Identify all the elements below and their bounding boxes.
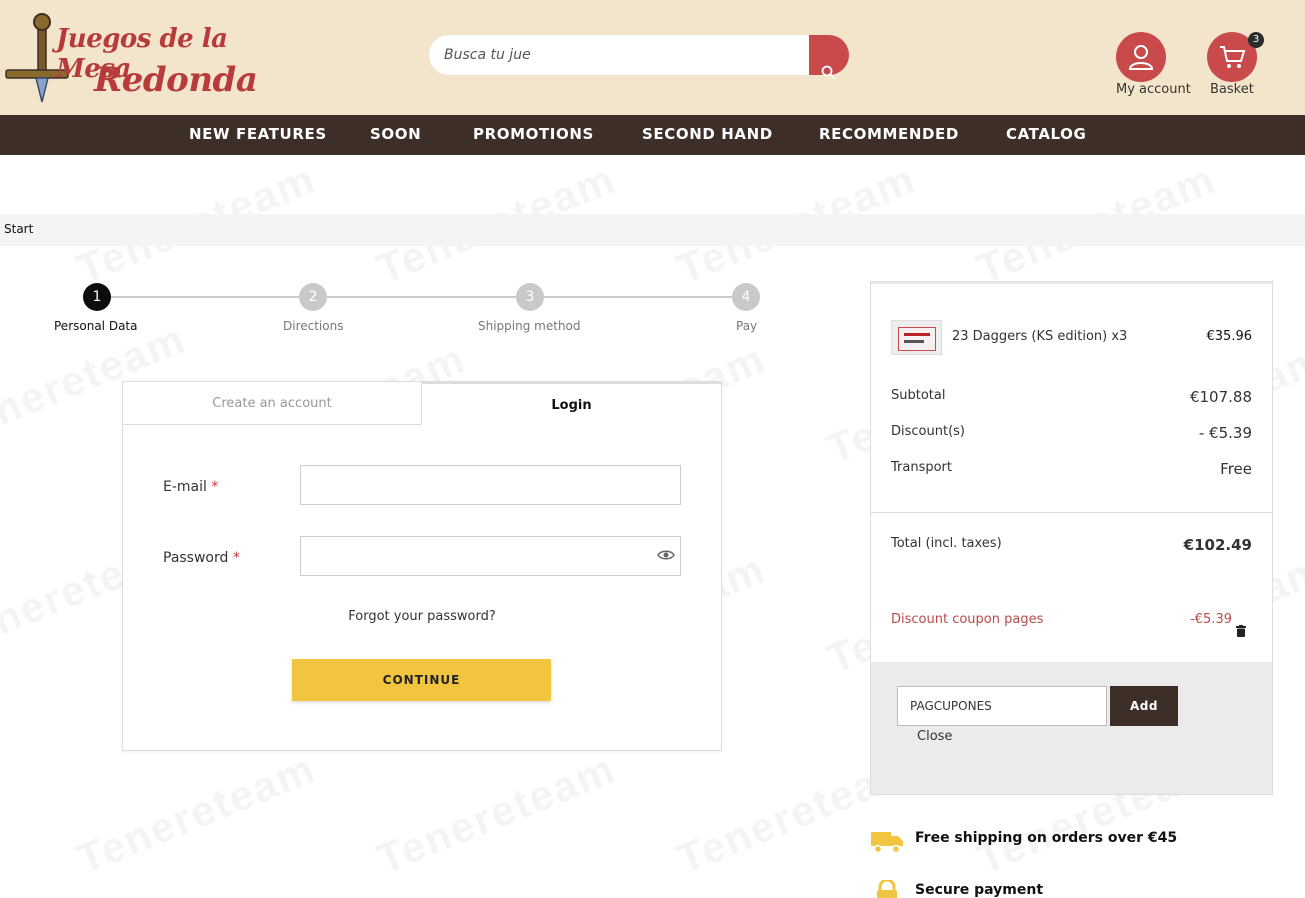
checkout-stepper: 1 2 3 4 Personal Data Directions Shippin… (40, 283, 780, 343)
breadcrumb-start[interactable]: Start (4, 222, 33, 236)
step-2-dot: 2 (299, 283, 327, 311)
nav-item-soon[interactable]: SOON (370, 125, 421, 143)
summary-divider (871, 512, 1272, 513)
coupon-value: -€5.39 (1190, 612, 1232, 627)
step-3-dot: 3 (516, 283, 544, 311)
search-icon (821, 65, 836, 80)
nav-item-new-features[interactable]: NEW FEATURES (189, 125, 327, 143)
step-3-label: Shipping method (478, 319, 581, 333)
total-value: €102.49 (1183, 536, 1252, 554)
trash-icon[interactable] (1236, 625, 1246, 637)
discount-label: Discount(s) (891, 424, 965, 439)
search-bar (429, 35, 849, 80)
continue-button[interactable]: CONTINUE (292, 659, 551, 701)
subtotal-value: €107.88 (1189, 388, 1252, 406)
cart-summary-lines: 23 Daggers (KS edition) x3 €35.96 Subtot… (871, 282, 1272, 512)
show-password-icon[interactable] (657, 549, 675, 561)
account-label[interactable]: My account (1116, 82, 1191, 97)
user-icon (1128, 45, 1154, 70)
password-field[interactable] (300, 536, 681, 576)
product-price: €35.96 (1206, 329, 1253, 344)
basket-count-badge: 3 (1248, 32, 1264, 48)
password-label: Password * (163, 550, 240, 566)
add-coupon-button[interactable]: Add (1110, 686, 1178, 726)
stepper-line (97, 296, 747, 298)
total-label: Total (incl. taxes) (891, 536, 1002, 551)
reassurance-payment: Secure payment (870, 878, 1043, 898)
site-logo[interactable]: Juegos de la Mesa Redonda (0, 8, 265, 108)
product-name[interactable]: 23 Daggers (KS edition) x3 (952, 329, 1127, 344)
product-thumbnail[interactable] (891, 320, 942, 355)
coupon-code-input[interactable] (897, 686, 1107, 726)
search-button[interactable] (809, 35, 849, 80)
reassurance-shipping: Free shipping on orders over €45 (870, 828, 1177, 858)
step-1-label: Personal Data (54, 319, 138, 333)
cart-summary: 23 Daggers (KS edition) x3 €35.96 Subtot… (870, 281, 1273, 795)
main-nav: NEW FEATURES SOON PROMOTIONS SECOND HAND… (0, 115, 1305, 155)
password-label-text: Password (163, 550, 229, 566)
free-shipping-text: Free shipping on orders over €45 (915, 830, 1178, 846)
search-input[interactable] (429, 35, 811, 75)
breadcrumb: Start (0, 214, 1305, 246)
discount-value: - €5.39 (1198, 424, 1252, 442)
nav-item-catalog[interactable]: CATALOG (1006, 125, 1086, 143)
cart-icon (1220, 46, 1246, 68)
password-required-mark: * (232, 550, 240, 566)
step-2-label: Directions (283, 319, 344, 333)
close-coupon-link[interactable]: Close (917, 729, 952, 744)
account-button[interactable] (1116, 32, 1166, 82)
tab-login[interactable]: Login (422, 382, 721, 425)
forgot-password-link[interactable]: Forgot your password? (123, 609, 721, 624)
truck-icon (871, 832, 903, 854)
email-label-text: E-mail (163, 479, 207, 495)
coupon-form: Add Close (871, 662, 1272, 794)
logo-subtitle: Redonda (94, 60, 258, 100)
email-required-mark: * (211, 479, 219, 495)
transport-value: Free (1220, 460, 1252, 478)
nav-item-second-hand[interactable]: SECOND HAND (642, 125, 773, 143)
step-1-dot: 1 (83, 283, 111, 311)
nav-item-recommended[interactable]: RECOMMENDED (819, 125, 959, 143)
nav-item-promotions[interactable]: PROMOTIONS (473, 125, 594, 143)
login-panel: Create an account Login E-mail * Passwor… (122, 381, 722, 751)
site-header: Juegos de la Mesa Redonda My account 3 B… (0, 0, 1305, 115)
secure-payment-text: Secure payment (915, 882, 1044, 898)
email-label: E-mail * (163, 479, 218, 495)
subtotal-label: Subtotal (891, 388, 946, 403)
tab-create-account[interactable]: Create an account (123, 382, 422, 425)
basket-label[interactable]: Basket (1210, 82, 1254, 97)
coupon-name: Discount coupon pages (891, 612, 1044, 627)
transport-label: Transport (891, 460, 953, 475)
step-4-label: Pay (736, 319, 758, 333)
lock-icon (877, 878, 897, 898)
step-4-dot: 4 (732, 283, 760, 311)
email-field[interactable] (300, 465, 681, 505)
